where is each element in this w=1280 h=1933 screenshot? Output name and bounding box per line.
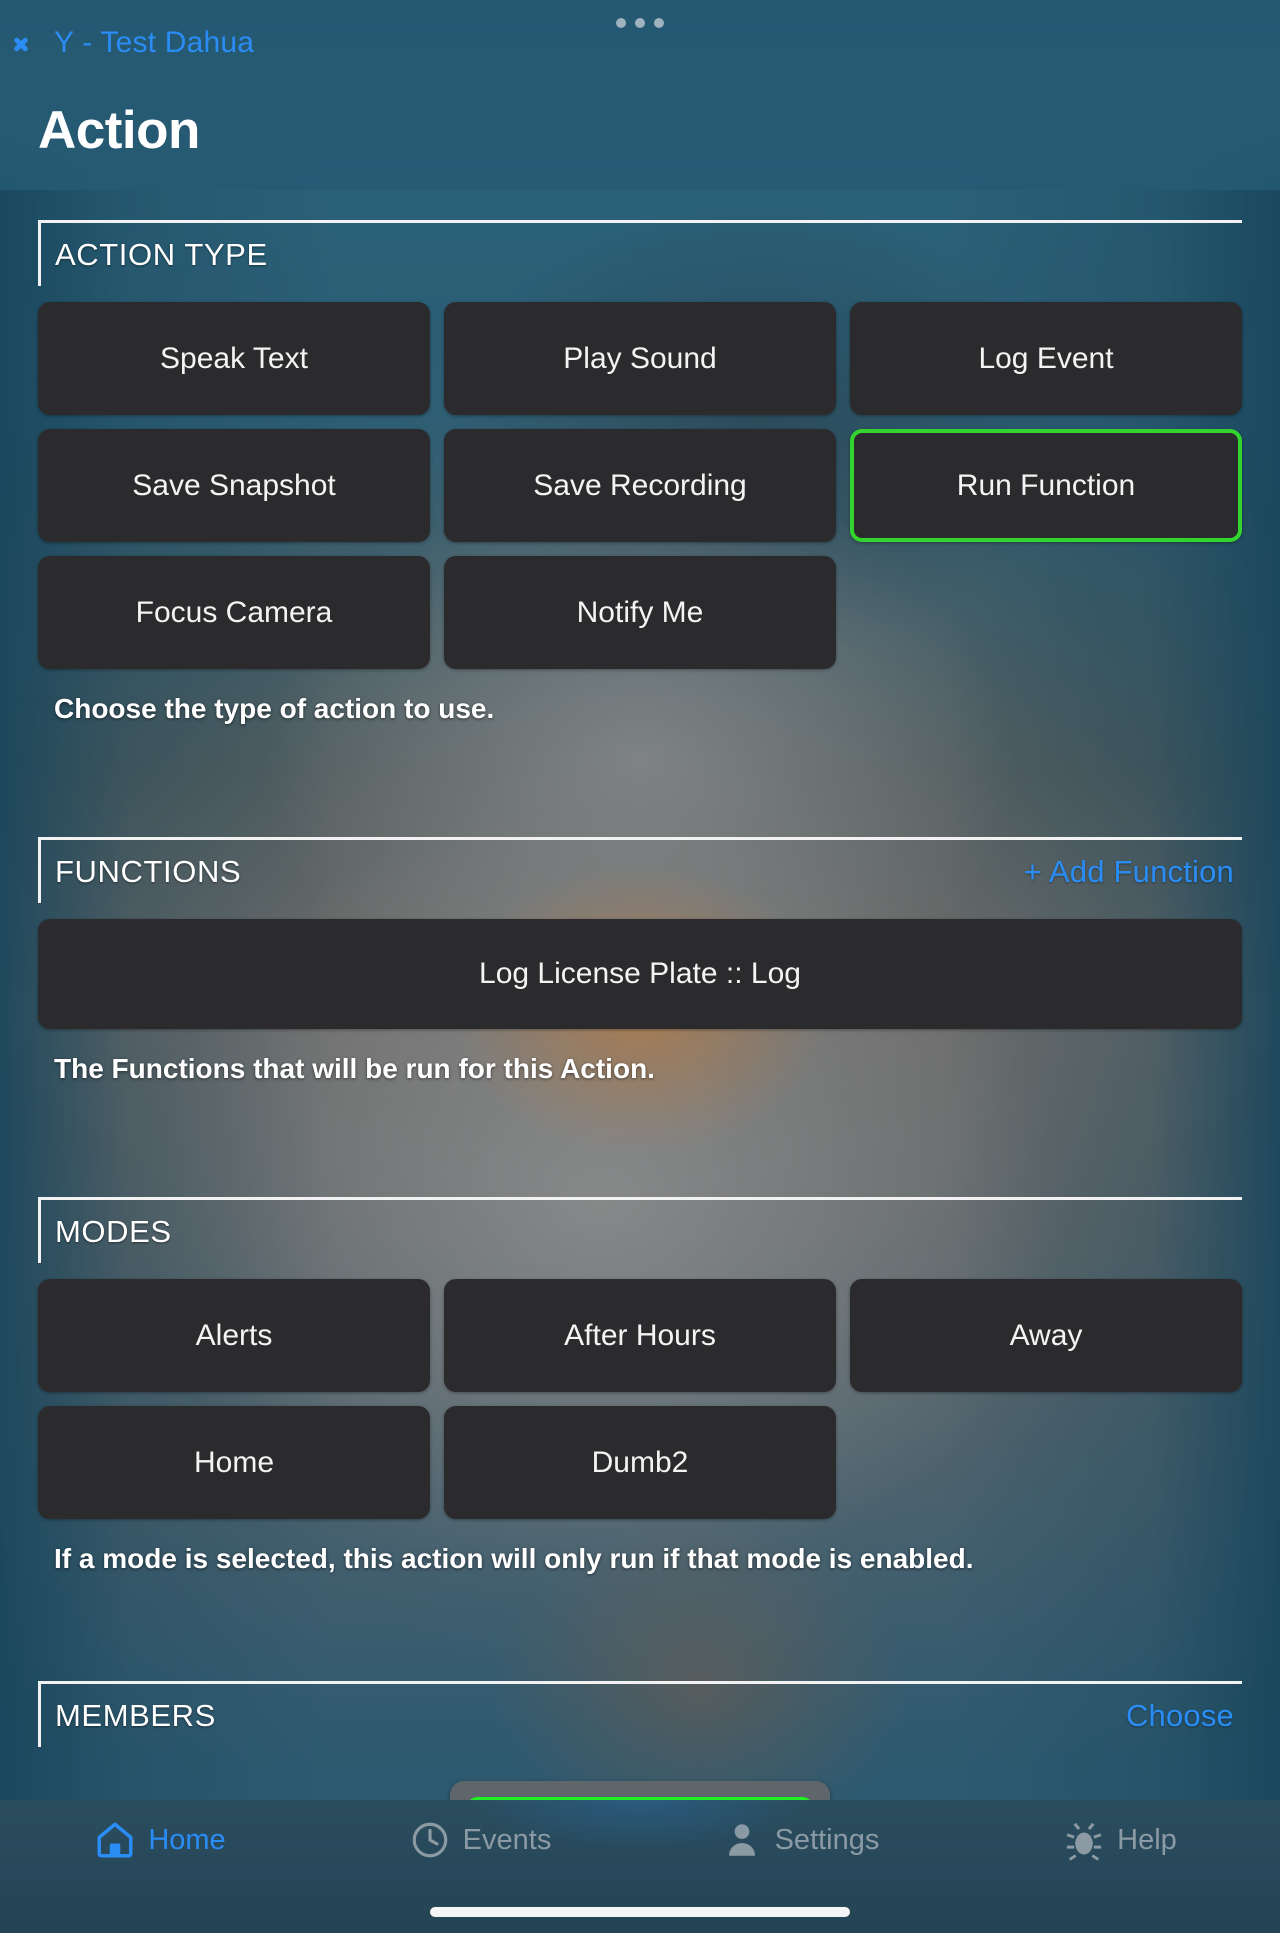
tab-label: Home xyxy=(148,1823,226,1856)
person-icon xyxy=(721,1819,763,1861)
chip-label: Dumb2 xyxy=(591,1445,689,1479)
section-title: MEMBERS xyxy=(55,1697,216,1733)
chip-label: Focus Camera xyxy=(135,595,333,629)
chip-label: Home xyxy=(193,1445,275,1479)
mode-option-after-hours[interactable]: After Hours xyxy=(444,1279,836,1392)
page-title: Action xyxy=(38,101,200,160)
tab-home[interactable]: Home xyxy=(0,1819,320,1861)
section-action-type: ACTION TYPE Speak Text Play Sound Log Ev… xyxy=(38,220,1242,725)
function-list-item[interactable]: Log License Plate :: Log xyxy=(38,919,1242,1029)
action-type-option-log-event[interactable]: Log Event xyxy=(850,302,1242,415)
action-type-option-focus-camera[interactable]: Focus Camera xyxy=(38,556,430,669)
section-members: MEMBERS Choose Hurling Frootmig xyxy=(38,1681,1242,1800)
action-type-hint: Choose the type of action to use. xyxy=(54,693,495,724)
section-title: MODES xyxy=(55,1213,172,1249)
chip-label: Away xyxy=(1009,1318,1083,1352)
section-title: FUNCTIONS xyxy=(55,853,242,889)
section-header-members: MEMBERS Choose xyxy=(38,1681,1242,1747)
member-card[interactable]: Hurling Frootmig xyxy=(450,1781,830,1800)
action-type-option-grid: Speak Text Play Sound Log Event Save Sna… xyxy=(38,302,1242,669)
modes-hint: If a mode is selected, this action will … xyxy=(54,1543,974,1574)
action-type-option-save-snapshot[interactable]: Save Snapshot xyxy=(38,429,430,542)
chip-label: Play Sound xyxy=(563,341,717,375)
section-title: ACTION TYPE xyxy=(55,236,268,272)
bug-icon xyxy=(1063,1819,1105,1861)
tab-label: Settings xyxy=(774,1823,880,1856)
app-root: Y - Test Dahua Action ACTION TYPE Speak … xyxy=(0,0,1280,1933)
chip-label: Run Function xyxy=(956,468,1136,502)
chip-label: Log Event xyxy=(978,341,1114,375)
home-icon xyxy=(94,1819,136,1861)
action-type-option-play-sound[interactable]: Play Sound xyxy=(444,302,836,415)
clock-icon xyxy=(409,1819,451,1861)
mode-option-home[interactable]: Home xyxy=(38,1406,430,1519)
action-type-option-notify-me[interactable]: Notify Me xyxy=(444,556,836,669)
chip-label: Speak Text xyxy=(160,341,308,375)
functions-hint: The Functions that will be run for this … xyxy=(54,1053,655,1084)
more-dots-icon[interactable] xyxy=(616,18,664,28)
back-button-label: Y - Test Dahua xyxy=(54,26,255,59)
chip-label: Save Snapshot xyxy=(132,468,336,502)
tab-label: Events xyxy=(462,1823,552,1856)
section-functions: FUNCTIONS + Add Function Log License Pla… xyxy=(38,837,1242,1085)
action-type-option-save-recording[interactable]: Save Recording xyxy=(444,429,836,542)
bottom-tab-bar: Home Events Settings Help xyxy=(0,1800,1280,1933)
action-type-option-speak-text[interactable]: Speak Text xyxy=(38,302,430,415)
mode-option-alerts[interactable]: Alerts xyxy=(38,1279,430,1392)
members-card-list: Hurling Frootmig xyxy=(38,1781,1242,1800)
section-header-action-type: ACTION TYPE xyxy=(38,220,1242,286)
tab-help[interactable]: Help xyxy=(960,1819,1280,1861)
tab-events[interactable]: Events xyxy=(320,1819,640,1861)
mode-option-away[interactable]: Away xyxy=(850,1279,1242,1392)
back-button[interactable]: Y - Test Dahua xyxy=(22,26,254,60)
add-function-button[interactable]: + Add Function xyxy=(1024,854,1238,890)
section-header-functions: FUNCTIONS + Add Function xyxy=(38,837,1242,903)
chip-label: After Hours xyxy=(564,1318,716,1352)
chip-label: Notify Me xyxy=(576,595,704,629)
mode-option-dumb2[interactable]: Dumb2 xyxy=(444,1406,836,1519)
function-label: Log License Plate :: Log xyxy=(479,957,801,990)
action-type-option-run-function[interactable]: Run Function xyxy=(850,429,1242,542)
scroll-content[interactable]: ACTION TYPE Speak Text Play Sound Log Ev… xyxy=(0,190,1280,1800)
top-bar: Y - Test Dahua Action xyxy=(0,0,1280,190)
choose-members-button[interactable]: Choose xyxy=(1126,1698,1238,1734)
chip-label: Alerts xyxy=(195,1318,273,1352)
chip-label: Save Recording xyxy=(533,468,747,502)
chevron-left-icon xyxy=(22,26,44,60)
home-indicator xyxy=(430,1907,850,1917)
section-modes: MODES Alerts After Hours Away Home Dumb2… xyxy=(38,1197,1242,1575)
tab-label: Help xyxy=(1117,1823,1177,1856)
modes-option-grid: Alerts After Hours Away Home Dumb2 xyxy=(38,1279,1242,1519)
tab-settings[interactable]: Settings xyxy=(640,1819,960,1861)
section-header-modes: MODES xyxy=(38,1197,1242,1263)
